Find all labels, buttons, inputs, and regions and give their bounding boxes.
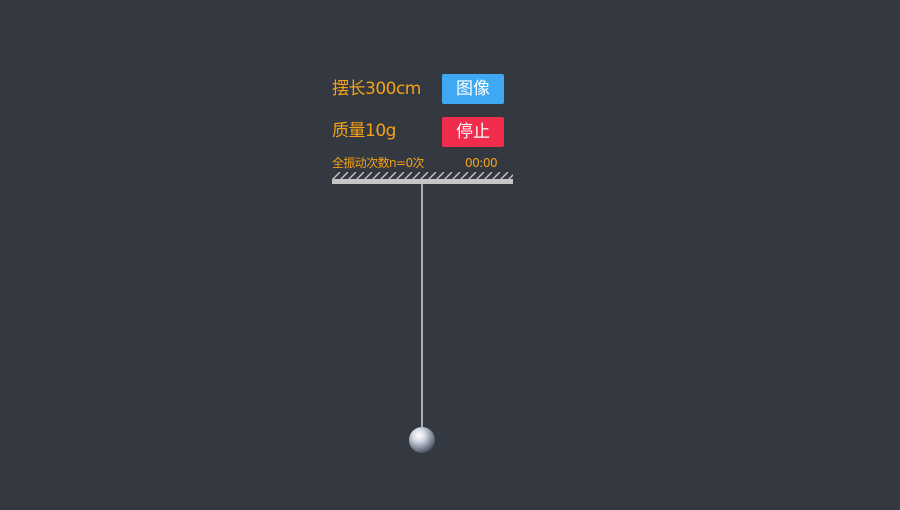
vibration-count-label: 全振动次数n=0次 xyxy=(332,156,425,170)
graph-button[interactable]: 图像 xyxy=(442,74,504,104)
pendulum-simulation: 摆长300cm 图像 质量10g 停止 全振动次数n=0次 00:00 xyxy=(0,0,900,510)
pendulum-bob[interactable] xyxy=(409,427,435,453)
ceiling-bar xyxy=(332,179,513,184)
ceiling-hatch xyxy=(332,172,513,179)
stop-button[interactable]: 停止 xyxy=(442,117,504,147)
ceiling-support xyxy=(332,172,513,184)
timer-display: 00:00 xyxy=(465,156,498,170)
pendulum-mass-label: 质量10g xyxy=(332,121,396,141)
pendulum-length-label: 摆长300cm xyxy=(332,79,421,99)
